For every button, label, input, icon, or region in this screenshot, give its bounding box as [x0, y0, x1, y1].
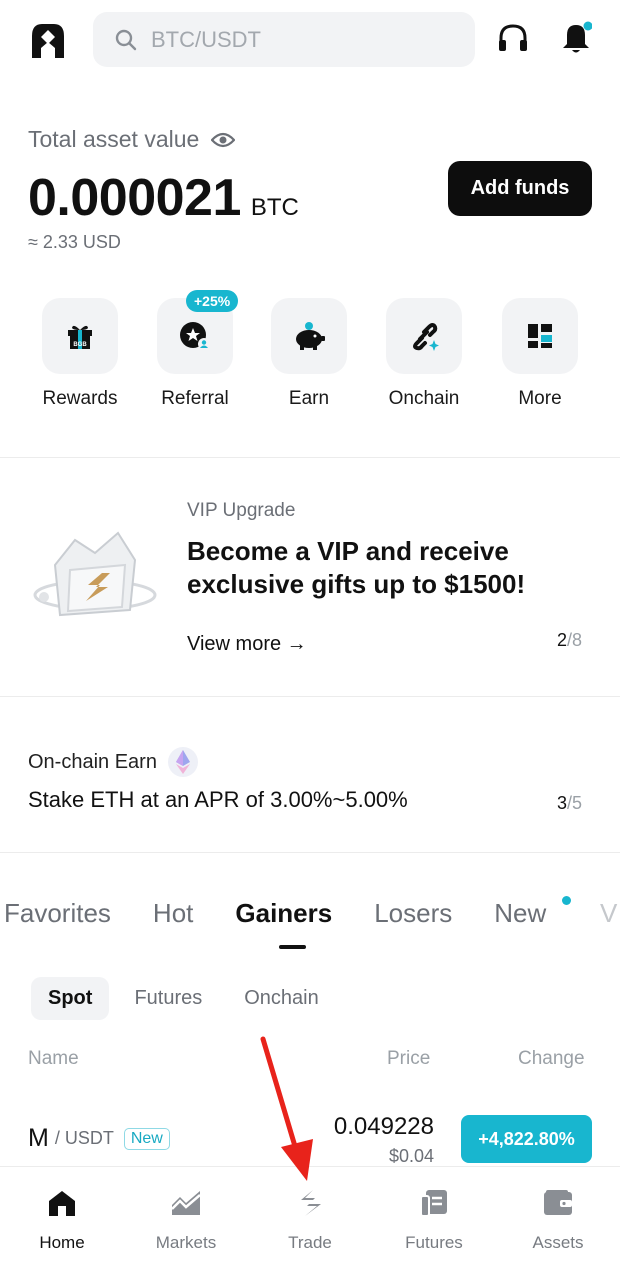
asset-usd-value: ≈ 2.33 USD [28, 232, 121, 252]
divider [0, 457, 620, 458]
grid-icon [502, 298, 578, 374]
quick-action-earn[interactable]: Earn [259, 298, 359, 410]
add-funds-button[interactable]: Add funds [448, 161, 592, 216]
asset-value: 0.000021 [28, 169, 241, 227]
notification-dot [583, 21, 593, 31]
onchain-earn-title[interactable]: Stake ETH at an APR of 3.00%~5.00% [28, 787, 408, 813]
new-tab-dot [562, 896, 571, 905]
market-subtabs: Spot Futures Onchain [31, 977, 344, 1020]
new-tag: New [123, 1127, 170, 1150]
wallet-icon [542, 1187, 574, 1219]
app-logo-icon [28, 22, 68, 60]
chain-link-icon [386, 298, 462, 374]
bell-icon[interactable] [560, 20, 593, 56]
tab-gainers[interactable]: Gainers [235, 898, 332, 929]
gift-icon: BGB [42, 298, 118, 374]
tab-new[interactable]: New [494, 898, 546, 929]
row-change-badge[interactable]: +4,822.80% [461, 1115, 592, 1163]
asset-amount: 0.000021 BTC [28, 168, 299, 228]
nav-home[interactable]: Home [0, 1167, 124, 1280]
eye-icon[interactable] [211, 131, 236, 149]
vip-crown-image [30, 525, 160, 625]
eth-icon [167, 747, 198, 777]
nav-markets[interactable]: Markets [124, 1167, 248, 1280]
svg-text:BGB: BGB [73, 342, 87, 348]
tab-hot[interactable]: Hot [153, 898, 193, 929]
tab-losers[interactable]: Losers [374, 898, 452, 929]
table-row-symbol[interactable]: M / USDT New [28, 1124, 170, 1153]
vip-pager: 2/8 [557, 630, 583, 650]
quick-action-more[interactable]: More [490, 298, 590, 410]
market-tabs: Favorites Hot Gainers Losers New [4, 898, 588, 929]
red-annotation-arrow [255, 1035, 325, 1185]
search-input[interactable] [151, 26, 441, 53]
quick-action-rewards[interactable]: BGB Rewards [30, 298, 130, 410]
divider [0, 696, 620, 697]
tab-overflow[interactable]: V [600, 898, 617, 929]
column-header-price[interactable]: Price [387, 1048, 430, 1070]
total-asset-label: Total asset value [28, 126, 236, 153]
piggy-bank-icon [271, 298, 347, 374]
vip-title: Become a VIP and receive exclusive gifts… [187, 536, 526, 599]
tab-favorites[interactable]: Favorites [4, 898, 111, 929]
active-tab-indicator [279, 945, 306, 949]
onchain-pager: 3/5 [557, 793, 583, 813]
vip-label: VIP Upgrade [187, 500, 296, 521]
asset-unit: BTC [250, 194, 299, 221]
quick-action-referral[interactable]: Referral [145, 298, 245, 410]
headset-icon[interactable] [496, 22, 530, 56]
markets-chart-icon [170, 1187, 202, 1219]
column-header-change[interactable]: Change [518, 1048, 585, 1070]
quick-action-onchain[interactable]: Onchain [374, 298, 474, 410]
referral-badge: +25% [186, 290, 239, 312]
search-icon [115, 29, 137, 50]
onchain-earn-label: On-chain Earn [28, 746, 199, 778]
nav-futures[interactable]: Futures [372, 1167, 496, 1280]
search-bar[interactable] [93, 12, 475, 67]
view-more-link[interactable]: View more → [187, 633, 307, 656]
subtab-spot[interactable]: Spot [31, 977, 110, 1020]
divider [0, 852, 620, 853]
home-icon [46, 1187, 78, 1219]
row-price: 0.049228 [333, 1113, 434, 1140]
row-usd-price: $0.04 [388, 1146, 434, 1166]
subtab-futures[interactable]: Futures [117, 977, 219, 1020]
futures-icon [418, 1187, 450, 1219]
column-header-name[interactable]: Name [28, 1048, 79, 1070]
subtab-onchain[interactable]: Onchain [227, 977, 336, 1020]
nav-assets[interactable]: Assets [496, 1167, 620, 1280]
trade-icon [294, 1187, 326, 1219]
